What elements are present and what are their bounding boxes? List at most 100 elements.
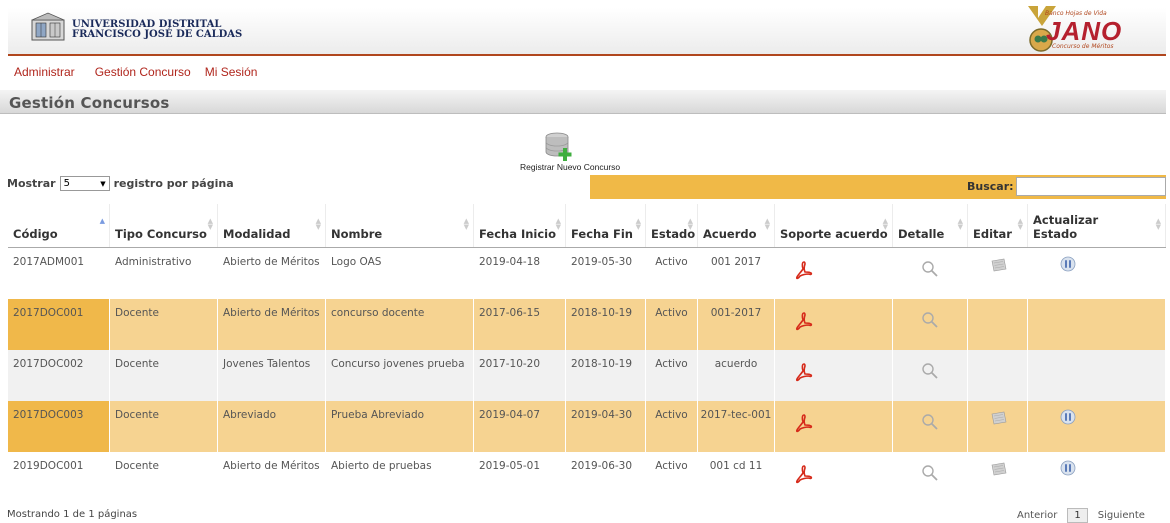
register-contest-link[interactable]: Registrar Nuevo Concurso (520, 162, 620, 172)
cell-acuerdo: 2017-tec-001 (698, 401, 775, 452)
prev-page-button[interactable]: Anterior (1017, 510, 1057, 521)
pdf-icon[interactable] (795, 311, 813, 334)
menu-administrar[interactable]: Administrar (8, 62, 81, 86)
page-number-button[interactable]: 1 (1067, 508, 1088, 523)
cell-detalle (893, 248, 968, 299)
search-label: Buscar: (967, 180, 1014, 193)
header-label: Detalle (898, 227, 945, 241)
cell-nombre: Abierto de pruebas (326, 452, 474, 503)
cell-fecha-fin: 2018-10-19 (566, 350, 646, 401)
header-modalidad[interactable]: Modalidad ▲ ▼ (218, 204, 326, 247)
pdf-icon[interactable] (795, 362, 813, 385)
university-crest-logo (31, 12, 65, 41)
table-header: Código ▲ Tipo Concurso ▲ ▼ Modalidad ▲ ▼ Nomb… (8, 204, 1166, 248)
cell-nombre: Concurso jovenes prueba (326, 350, 474, 401)
header-actualizar-estado[interactable]: Actualizar Estado ▲ ▼ (1028, 204, 1166, 247)
header-label: Soporte acuerdo (780, 227, 888, 241)
search-icon[interactable] (921, 413, 939, 434)
pdf-icon[interactable] (795, 260, 813, 283)
app-header: UNIVERSIDAD DISTRITAL FRANCISCO JOSÉ DE … (0, 0, 1170, 58)
cell-estado: Activo (646, 248, 698, 299)
edit-icon[interactable] (990, 411, 1008, 428)
cell-soporte-acuerdo (775, 401, 893, 452)
cell-detalle (893, 299, 968, 350)
cell-nombre: Logo OAS (326, 248, 474, 299)
header-editar[interactable]: Editar ▲ ▼ (968, 204, 1028, 247)
table-row: 2019DOC001 Docente Abierto de Méritos Abier… (8, 452, 1166, 503)
menu-mi-sesion[interactable]: Mi Sesión (199, 62, 264, 86)
database-add-icon[interactable] (543, 130, 575, 162)
header-detalle[interactable]: Detalle ▲ ▼ (893, 204, 968, 247)
sort-icon: ▲ ▼ (315, 217, 321, 231)
length-prefix: Mostrar (7, 177, 56, 190)
cell-modalidad: Abreviado (218, 401, 326, 452)
header-estado[interactable]: Estado ▲ ▼ (646, 204, 698, 247)
cell-acuerdo: 001-2017 (698, 299, 775, 350)
length-suffix: registro por página (113, 177, 234, 190)
cell-fecha-inicio: 2019-04-18 (474, 248, 566, 299)
header-fecha-inicio[interactable]: Fecha Inicio ▲ ▼ (474, 204, 566, 247)
cell-editar (968, 401, 1028, 452)
cell-fecha-fin: 2018-10-19 (566, 299, 646, 350)
cell-fecha-inicio: 2017-10-20 (474, 350, 566, 401)
header-fecha-fin[interactable]: Fecha Fin ▲ ▼ (566, 204, 646, 247)
cell-fecha-fin: 2019-04-30 (566, 401, 646, 452)
cell-estado: Activo (646, 452, 698, 503)
contests-table: Código ▲ Tipo Concurso ▲ ▼ Modalidad ▲ ▼ Nomb… (8, 204, 1166, 503)
header-codigo[interactable]: Código ▲ (8, 204, 110, 247)
cell-modalidad: Abierto de Méritos (218, 299, 326, 350)
search-icon[interactable] (921, 362, 939, 383)
cell-soporte-acuerdo (775, 350, 893, 401)
header-acuerdo[interactable]: Acuerdo ▲ ▼ (698, 204, 775, 247)
length-value: 5 (63, 178, 70, 189)
cell-editar (968, 299, 1028, 350)
pdf-icon[interactable] (795, 464, 813, 487)
cell-codigo: 2017DOC002 (8, 350, 110, 401)
cell-modalidad: Jovenes Talentos (218, 350, 326, 401)
pdf-icon[interactable] (795, 413, 813, 436)
cell-fecha-fin: 2019-05-30 (566, 248, 646, 299)
cell-soporte-acuerdo (775, 299, 893, 350)
search-icon[interactable] (921, 260, 939, 281)
main-menu: Administrar Gestión Concurso Mi Sesión (8, 62, 263, 86)
cell-actualizar-estado (1028, 452, 1166, 503)
sort-icon: ▲ ▼ (764, 217, 770, 231)
update-status-icon[interactable] (1060, 460, 1076, 479)
next-page-button[interactable]: Siguiente (1098, 510, 1145, 521)
page-length-control: Mostrar 5 ▼ registro por página (7, 176, 234, 191)
header-nombre[interactable]: Nombre ▲ ▼ (326, 204, 474, 247)
table-row: 2017DOC001 Docente Abierto de Méritos concu… (8, 299, 1166, 350)
cell-estado: Activo (646, 350, 698, 401)
search-icon[interactable] (921, 311, 939, 332)
edit-icon[interactable] (990, 462, 1008, 479)
cell-fecha-inicio: 2019-04-07 (474, 401, 566, 452)
header-label: Tipo Concurso (115, 227, 207, 241)
search-input[interactable] (1016, 177, 1166, 196)
header-tipo[interactable]: Tipo Concurso ▲ ▼ (110, 204, 218, 247)
cell-editar (968, 452, 1028, 503)
search-icon[interactable] (921, 464, 939, 485)
cell-detalle (893, 350, 968, 401)
cell-modalidad: Abierto de Méritos (218, 248, 326, 299)
section-title-bar (0, 90, 1166, 114)
length-select[interactable]: 5 ▼ (59, 176, 110, 191)
cell-acuerdo: 001 cd 11 (698, 452, 775, 503)
header-label: Actualizar Estado (1033, 213, 1099, 241)
chevron-down-icon: ▼ (100, 179, 106, 188)
pagination: Anterior 1 Siguiente (1017, 508, 1145, 523)
sort-icon: ▲ ▼ (1155, 217, 1161, 231)
update-status-icon[interactable] (1060, 256, 1076, 275)
cell-soporte-acuerdo (775, 452, 893, 503)
cell-nombre: Prueba Abreviado (326, 401, 474, 452)
cell-actualizar-estado (1028, 299, 1166, 350)
edit-icon[interactable] (990, 258, 1008, 275)
cell-acuerdo: 001 2017 (698, 248, 775, 299)
sort-icon: ▲ ▼ (957, 217, 963, 231)
update-status-icon[interactable] (1060, 409, 1076, 428)
header-label: Nombre (331, 227, 383, 241)
header-soporte[interactable]: Soporte acuerdo ▲ ▼ (775, 204, 893, 247)
table-body: 2017ADM001 Administrativo Abierto de Mérit… (8, 248, 1166, 503)
menu-gestion-concurso[interactable]: Gestión Concurso (89, 62, 197, 86)
cell-actualizar-estado (1028, 350, 1166, 401)
cell-editar (968, 248, 1028, 299)
